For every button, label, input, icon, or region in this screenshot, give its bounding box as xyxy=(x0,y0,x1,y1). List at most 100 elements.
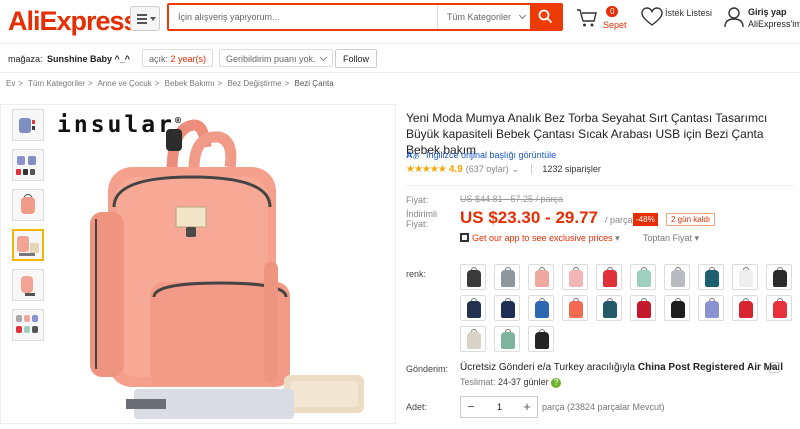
wishlist-label: İstek Listesi xyxy=(665,8,713,18)
color-swatch-navy-2[interactable] xyxy=(494,295,520,321)
color-swatch-white[interactable] xyxy=(732,264,758,290)
color-swatch-light-pink[interactable] xyxy=(562,264,588,290)
per-unit-label: / parça xyxy=(605,215,633,225)
quantity-available: parça (23824 parçalar Mevcut) xyxy=(542,402,665,412)
quantity-label: Adet: xyxy=(406,402,428,412)
shipping-dropdown-button[interactable] xyxy=(769,362,780,373)
shipping-label: Gönderim: xyxy=(406,364,449,374)
categories-menu-button[interactable] xyxy=(130,6,160,31)
increase-quantity-button[interactable]: + xyxy=(517,397,537,417)
store-feedback: Geribildirim puanı yok. xyxy=(219,49,334,67)
cart-label: Sepet xyxy=(603,20,627,30)
user-icon xyxy=(724,7,744,28)
search-icon xyxy=(538,9,553,24)
days-left-badge: 2 gün kaldı xyxy=(666,213,716,226)
hamburger-icon xyxy=(137,14,147,26)
color-swatch-lavender[interactable] xyxy=(698,295,724,321)
store-open-badge: açık: 2 year(s) xyxy=(142,49,214,67)
translate-link-text: İngilizce orijinal başlığı görüntüle xyxy=(426,150,557,160)
thumbnail[interactable] xyxy=(12,309,44,341)
color-swatch-red-2[interactable] xyxy=(766,295,792,321)
color-swatch-mint[interactable] xyxy=(630,264,656,290)
color-swatch-coral[interactable] xyxy=(562,295,588,321)
wishlist-link[interactable]: İstek Listesi xyxy=(641,7,712,32)
color-label: renk: xyxy=(406,269,427,279)
chevron-down-icon: ⌄ xyxy=(511,164,520,174)
discount-badge: -48% xyxy=(633,213,658,226)
search-input[interactable] xyxy=(169,5,434,29)
qr-code-icon xyxy=(460,233,469,242)
breadcrumb-item[interactable]: Tüm Kategoriler xyxy=(28,79,85,88)
color-swatch-beige[interactable] xyxy=(460,326,486,352)
decrease-quantity-button[interactable]: − xyxy=(461,397,481,417)
thumbnail[interactable] xyxy=(12,269,44,301)
color-swatch-dark-teal[interactable] xyxy=(596,295,622,321)
aliexpress-logo[interactable]: AliExpress® xyxy=(8,6,143,37)
thumbnail[interactable] xyxy=(12,149,44,181)
chevron-down-icon xyxy=(320,53,328,62)
thumbnail-list xyxy=(12,109,46,349)
divider xyxy=(406,185,794,186)
breadcrumb-current: Bezi Çanta xyxy=(294,79,334,88)
color-swatch-red-black[interactable] xyxy=(732,295,758,321)
reviews-count[interactable]: (637 oylar) xyxy=(466,164,509,174)
store-bar: mağaza: Sunshine Baby ^_^ açık: 2 year(s… xyxy=(0,45,800,73)
rating-row: ★★★★★ 4.9 (637 oylar) ⌄ 1232 siparişler xyxy=(406,164,601,175)
cart-count-badge: 0 xyxy=(606,6,619,17)
my-aliexpress-label: AliExpress'im xyxy=(748,19,800,29)
chevron-down-icon xyxy=(771,363,777,369)
color-swatch-teal[interactable] xyxy=(698,264,724,290)
store-name[interactable]: Sunshine Baby ^_^ xyxy=(47,54,130,64)
account-link[interactable]: Giriş yap AliExpress'im xyxy=(724,6,800,33)
caret-down-icon: ▾ xyxy=(615,233,620,243)
sign-in-label: Giriş yap xyxy=(748,7,787,17)
current-price: US $23.30 - 29.77 xyxy=(460,208,598,227)
color-swatch-crimson[interactable] xyxy=(630,295,656,321)
help-icon[interactable]: ? xyxy=(551,377,562,388)
color-swatch-gray[interactable] xyxy=(494,264,520,290)
color-swatch-pink[interactable] xyxy=(528,264,554,290)
store-open-label: açık: xyxy=(149,54,169,64)
cart-icon xyxy=(577,9,597,27)
category-select[interactable]: Tüm Kategoriler xyxy=(437,5,533,29)
shipping-from: Turkey aracılığıyla xyxy=(553,362,636,373)
cart-link[interactable]: 0 Sepet xyxy=(575,6,627,35)
chevron-down-icon xyxy=(518,11,527,20)
breadcrumb-item[interactable]: Bebek Bakımı xyxy=(165,79,215,88)
follow-button[interactable]: Follow xyxy=(335,49,378,68)
thumbnail-selected[interactable] xyxy=(12,229,44,261)
store-label: mağaza: xyxy=(8,54,43,64)
color-swatch-black-3[interactable] xyxy=(528,326,554,352)
breadcrumb-item[interactable]: Bez Değiştirme xyxy=(227,79,281,88)
eta-value: 24-37 günler xyxy=(498,377,549,387)
search-button[interactable] xyxy=(530,5,561,29)
translate-title-link[interactable]: Aあ İngilizce orijinal başlığı görüntüle xyxy=(406,150,556,161)
orders-count: 1232 siparişler xyxy=(531,164,601,174)
color-swatch-black-2[interactable] xyxy=(664,295,690,321)
bulk-price-dropdown[interactable]: Toptan Fiyat ▾ xyxy=(643,233,699,244)
color-swatch-sage[interactable] xyxy=(494,326,520,352)
quantity-input[interactable]: 1 xyxy=(481,397,518,417)
main-product-image[interactable] xyxy=(54,107,392,424)
thumbnail[interactable] xyxy=(12,109,44,141)
caret-down-icon: ▾ xyxy=(694,233,700,243)
search-bar: Tüm Kategoriler xyxy=(167,3,563,31)
color-swatch-navy[interactable] xyxy=(460,295,486,321)
bulk-price-label: Toptan Fiyat xyxy=(643,233,693,243)
color-swatch-black[interactable] xyxy=(460,264,486,290)
shipping-method: China Post Registered Air Mail xyxy=(637,362,784,373)
thumbnail[interactable] xyxy=(12,189,44,221)
color-swatch-silver[interactable] xyxy=(664,264,690,290)
breadcrumb-item[interactable]: Anne ve Çocuk xyxy=(97,79,151,88)
breadcrumb-item[interactable]: Ev xyxy=(6,79,15,88)
color-swatch-blue[interactable] xyxy=(528,295,554,321)
price-label: Fiyat: xyxy=(406,195,429,205)
eta-label: Teslimat: xyxy=(460,377,496,387)
app-promo-text: Get our app to see exclusive prices xyxy=(472,233,613,243)
store-feedback-text: Geribildirim puanı yok. xyxy=(226,54,316,64)
store-open-years: 2 year(s) xyxy=(170,54,207,64)
color-swatch-dark[interactable] xyxy=(766,264,792,290)
top-header: AliExpress® Tüm Kategoriler 0 Sepet İste… xyxy=(0,0,800,44)
color-swatch-red[interactable] xyxy=(596,264,622,290)
app-promo-link[interactable]: Get our app to see exclusive prices ▾ xyxy=(460,233,620,244)
